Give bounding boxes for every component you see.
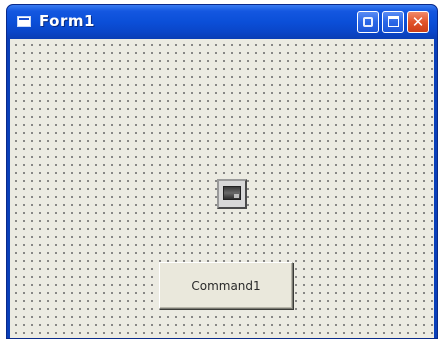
- form-design-surface[interactable]: Command1: [10, 39, 434, 338]
- picture-box-icon: [223, 186, 241, 200]
- form1-window[interactable]: Form1 ✕ Command1: [6, 4, 438, 339]
- minimize-button[interactable]: [357, 11, 379, 33]
- picture-box-control[interactable]: [217, 179, 247, 209]
- title-bar[interactable]: Form1 ✕: [7, 5, 437, 39]
- command1-button[interactable]: Command1: [159, 262, 293, 309]
- maximize-button[interactable]: [382, 11, 404, 33]
- close-button[interactable]: ✕: [407, 11, 429, 33]
- minimize-icon: [363, 17, 373, 27]
- maximize-icon: [388, 16, 399, 27]
- close-icon: ✕: [411, 13, 425, 31]
- window-title: Form1: [39, 12, 95, 30]
- form-icon[interactable]: [17, 16, 31, 27]
